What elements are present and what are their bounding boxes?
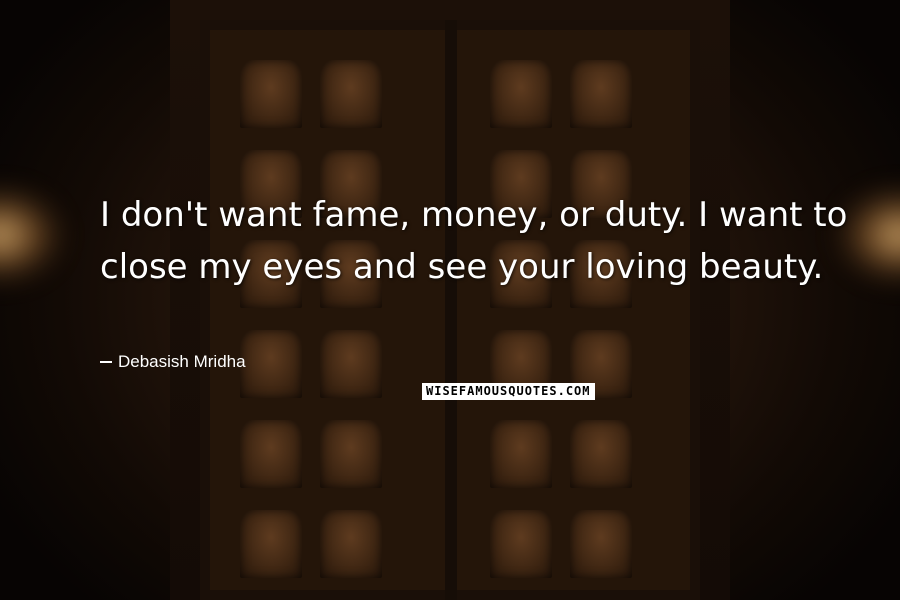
door-pane bbox=[240, 330, 302, 398]
dash-icon bbox=[100, 361, 112, 363]
door-pane bbox=[570, 60, 632, 128]
door-pane bbox=[490, 420, 552, 488]
author-name: Debasish Mridha bbox=[118, 352, 246, 371]
door-pane bbox=[570, 510, 632, 578]
author-line: Debasish Mridha bbox=[100, 352, 246, 372]
door-pane bbox=[320, 60, 382, 128]
watermark-logo: WISEFAMOUSQUOTES.COM bbox=[422, 383, 595, 400]
door-pane bbox=[320, 510, 382, 578]
quote-text: I don't want fame, money, or duty. I wan… bbox=[100, 195, 848, 287]
door-pane bbox=[490, 510, 552, 578]
door-pane bbox=[240, 510, 302, 578]
quote-image: I don't want fame, money, or duty. I wan… bbox=[0, 0, 900, 600]
wall-lamp-left bbox=[0, 190, 60, 280]
door-center-post bbox=[445, 20, 457, 600]
door-pane bbox=[240, 60, 302, 128]
door-pane bbox=[320, 330, 382, 398]
door-pane bbox=[240, 420, 302, 488]
door-pane bbox=[490, 60, 552, 128]
door-pane bbox=[570, 420, 632, 488]
door-pane bbox=[320, 420, 382, 488]
